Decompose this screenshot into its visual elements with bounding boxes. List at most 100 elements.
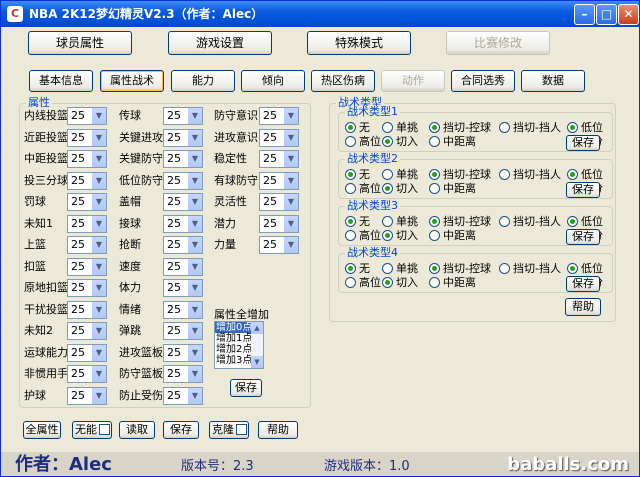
- chevron-down-icon[interactable]: ▼: [91, 151, 106, 167]
- attr-combo[interactable]: 25 ▼: [259, 236, 299, 254]
- tactic-radio[interactable]: 切入: [382, 276, 418, 289]
- attr-combo[interactable]: 25 ▼: [67, 193, 107, 211]
- scroll-up-icon[interactable]: ▲: [251, 322, 263, 334]
- radio-icon[interactable]: [345, 169, 356, 180]
- attr-combo[interactable]: 25 ▼: [67, 214, 107, 233]
- attr-combo[interactable]: 25 ▼: [163, 171, 203, 190]
- tactic-radio[interactable]: 高位: [345, 135, 381, 148]
- chevron-down-icon[interactable]: ▼: [91, 387, 106, 404]
- radio-icon[interactable]: [567, 169, 578, 180]
- tactic-radio[interactable]: 高位: [345, 276, 381, 289]
- attr-combo[interactable]: 25 ▼: [163, 322, 203, 340]
- tactic-radio[interactable]: 切入: [382, 135, 418, 148]
- chevron-down-icon[interactable]: ▼: [187, 194, 202, 210]
- radio-icon[interactable]: [345, 263, 356, 274]
- radio-icon[interactable]: [429, 136, 440, 147]
- tactic-radio[interactable]: 挡切-挡人: [499, 215, 561, 228]
- tactic-radio[interactable]: 挡切-控球: [429, 262, 491, 275]
- radio-icon[interactable]: [345, 230, 356, 241]
- chevron-down-icon[interactable]: ▼: [187, 237, 202, 253]
- radio-icon[interactable]: [382, 216, 393, 227]
- tab-animation[interactable]: 动作: [381, 70, 445, 92]
- chevron-down-icon[interactable]: ▼: [91, 237, 106, 253]
- attr-combo[interactable]: 25 ▼: [163, 128, 203, 147]
- attr-combo[interactable]: 25 ▼: [163, 343, 203, 362]
- attr-combo[interactable]: 25 ▼: [67, 236, 107, 254]
- chevron-down-icon[interactable]: ▼: [91, 258, 106, 275]
- chevron-down-icon[interactable]: ▼: [91, 172, 106, 189]
- attr-combo[interactable]: 25 ▼: [67, 343, 107, 362]
- tactic-radio[interactable]: 高位: [345, 229, 381, 242]
- tactic-radio[interactable]: 高位: [345, 182, 381, 195]
- checkbox-icon[interactable]: [99, 424, 110, 435]
- radio-icon[interactable]: [567, 216, 578, 227]
- tactic-radio[interactable]: 无: [345, 121, 370, 134]
- chevron-down-icon[interactable]: ▼: [283, 151, 298, 167]
- tactic-radio[interactable]: 中距离: [429, 135, 476, 148]
- attr-combo[interactable]: 25 ▼: [259, 214, 299, 233]
- attr-combo[interactable]: 25 ▼: [163, 300, 203, 319]
- chevron-down-icon[interactable]: ▼: [283, 108, 298, 124]
- chevron-down-icon[interactable]: ▼: [91, 301, 106, 318]
- chevron-down-icon[interactable]: ▼: [187, 172, 202, 189]
- help-button[interactable]: 帮助: [258, 421, 298, 439]
- tactic-save-button[interactable]: 保存: [566, 229, 600, 245]
- chevron-down-icon[interactable]: ▼: [187, 387, 202, 404]
- tactic-radio[interactable]: 无: [345, 215, 370, 228]
- attr-combo[interactable]: 25 ▼: [259, 193, 299, 211]
- scroll-down-icon[interactable]: ▼: [251, 356, 263, 368]
- radio-icon[interactable]: [429, 216, 440, 227]
- radio-icon[interactable]: [345, 216, 356, 227]
- tactic-radio[interactable]: 单挑: [382, 168, 418, 181]
- radio-icon[interactable]: [567, 263, 578, 274]
- radio-icon[interactable]: [345, 183, 356, 194]
- tactic-radio[interactable]: 低位: [567, 121, 603, 134]
- tactic-radio[interactable]: 低位: [567, 215, 603, 228]
- chevron-down-icon[interactable]: ▼: [91, 323, 106, 339]
- attr-combo[interactable]: 25 ▼: [67, 386, 107, 405]
- radio-icon[interactable]: [499, 122, 510, 133]
- chevron-down-icon[interactable]: ▼: [187, 151, 202, 167]
- chevron-down-icon[interactable]: ▼: [283, 215, 298, 232]
- attr-combo[interactable]: 25 ▼: [67, 150, 107, 168]
- tactic-radio[interactable]: 低位: [567, 262, 603, 275]
- radio-icon[interactable]: [499, 169, 510, 180]
- tactic-radio[interactable]: 单挑: [382, 262, 418, 275]
- chevron-down-icon[interactable]: ▼: [187, 129, 202, 146]
- attr-combo[interactable]: 25 ▼: [67, 171, 107, 190]
- tactic-radio[interactable]: 挡切-控球: [429, 168, 491, 181]
- radio-icon[interactable]: [382, 136, 393, 147]
- boost-save-button[interactable]: 保存: [230, 379, 262, 397]
- chevron-down-icon[interactable]: ▼: [283, 172, 298, 189]
- attr-combo[interactable]: 25 ▼: [67, 300, 107, 319]
- chevron-down-icon[interactable]: ▼: [91, 129, 106, 146]
- tactic-radio[interactable]: 挡切-控球: [429, 121, 491, 134]
- attr-combo[interactable]: 25 ▼: [163, 365, 203, 383]
- chevron-down-icon[interactable]: ▼: [91, 344, 106, 361]
- tactic-radio[interactable]: 单挑: [382, 215, 418, 228]
- chevron-down-icon[interactable]: ▼: [187, 258, 202, 275]
- radio-icon[interactable]: [382, 183, 393, 194]
- attr-combo[interactable]: 25 ▼: [163, 279, 203, 297]
- attr-combo[interactable]: 25 ▼: [163, 214, 203, 233]
- attr-combo[interactable]: 25 ▼: [163, 236, 203, 254]
- radio-icon[interactable]: [429, 183, 440, 194]
- radio-icon[interactable]: [382, 230, 393, 241]
- chevron-down-icon[interactable]: ▼: [283, 237, 298, 253]
- radio-icon[interactable]: [382, 263, 393, 274]
- chevron-down-icon[interactable]: ▼: [187, 280, 202, 296]
- close-button[interactable]: ✕: [618, 4, 639, 25]
- radio-icon[interactable]: [429, 122, 440, 133]
- attr-combo[interactable]: 25 ▼: [67, 107, 107, 125]
- tactic-save-button[interactable]: 保存: [566, 182, 600, 198]
- tactic-radio[interactable]: 中距离: [429, 229, 476, 242]
- tactic-radio[interactable]: 单挑: [382, 121, 418, 134]
- checkbox-icon[interactable]: [236, 424, 247, 435]
- tab-hotzone-injury[interactable]: 热区伤病: [311, 70, 375, 92]
- tab-tendency[interactable]: 倾向: [241, 70, 305, 92]
- tactic-save-button[interactable]: 保存: [566, 276, 600, 292]
- tactic-radio[interactable]: 中距离: [429, 276, 476, 289]
- radio-icon[interactable]: [499, 263, 510, 274]
- tab-ability[interactable]: 能力: [171, 70, 235, 92]
- tactic-radio[interactable]: 中距离: [429, 182, 476, 195]
